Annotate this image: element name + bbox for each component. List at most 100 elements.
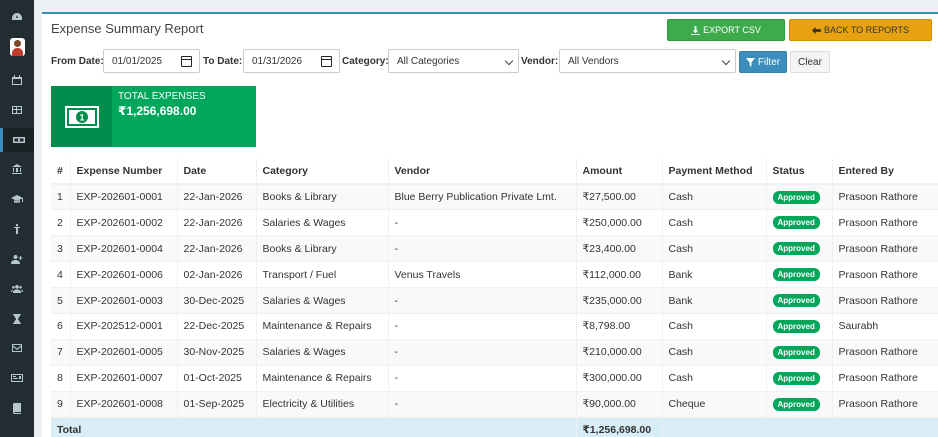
clear-button[interactable]: Clear — [790, 51, 830, 73]
total-label: Total — [51, 416, 577, 437]
money-icon: 1 — [51, 86, 112, 147]
expense-vendor-cell: Blue Berry Publication Private Lmt. — [388, 183, 577, 210]
dashboard-icon[interactable] — [0, 5, 34, 29]
payment-method-cell: Cash — [662, 235, 767, 262]
expense-amount-cell: ₹23,400.00 — [576, 235, 663, 262]
expense-date-cell: 02-Jan-2026 — [177, 261, 257, 288]
status-badge: Approved — [772, 371, 820, 385]
expense-amount: ₹90,000.00 — [582, 398, 636, 411]
expense-number: EXP-202601-0001 — [76, 191, 163, 204]
calendar-icon[interactable] — [181, 56, 192, 67]
book-icon[interactable] — [0, 396, 34, 420]
bank-icon[interactable] — [0, 157, 34, 181]
status-badge-cell: Approved — [766, 261, 833, 288]
expense-category-cell: Maintenance & Repairs — [256, 312, 389, 340]
svg-text:1: 1 — [79, 112, 84, 122]
expense-number: EXP-202601-0004 — [76, 242, 163, 255]
hourglass-icon[interactable] — [0, 307, 34, 331]
expense-date: 01-Oct-2025 — [183, 372, 242, 385]
payment-method: Cash — [668, 320, 694, 333]
table-row: 4 EXP-202601-0006 02-Jan-2026 Transport / F… — [51, 261, 938, 288]
from-date-input[interactable]: 01/01/2025 — [103, 49, 200, 73]
expense-date-cell: 22-Jan-2026 — [177, 183, 257, 210]
expense-vendor: - — [394, 320, 399, 333]
expense-vendor-cell: - — [388, 390, 577, 418]
column-header: Amount — [576, 158, 663, 185]
expense-amount: ₹23,400.00 — [582, 242, 636, 255]
expense-date-cell: 01-Sep-2025 — [177, 390, 257, 418]
expense-category: Electricity & Utilities — [262, 398, 355, 411]
expense-category-cell: Salaries & Wages — [256, 287, 389, 314]
expense-date: 22-Jan-2026 — [183, 191, 243, 204]
table-row: 6 EXP-202512-0001 22-Dec-2025 Maintenance &… — [51, 312, 938, 340]
expense-vendor: - — [394, 372, 399, 385]
payment-method: Bank — [668, 268, 693, 281]
expense-amount-cell: ₹235,000.00 — [576, 287, 663, 314]
user-plus-icon[interactable] — [0, 247, 34, 271]
expense-number-cell: EXP-202601-0001 — [70, 183, 178, 210]
row-number: 6 — [57, 320, 63, 333]
row-number: 8 — [57, 372, 63, 385]
expense-category-cell: Books & Library — [256, 183, 389, 210]
payment-method: Cheque — [668, 398, 706, 411]
expense-category-cell: Maintenance & Repairs — [256, 364, 389, 392]
expense-date-cell: 22-Dec-2025 — [177, 312, 257, 340]
category-select[interactable]: All Categories — [388, 49, 519, 73]
expense-category: Maintenance & Repairs — [262, 320, 372, 333]
category-value: All Categories — [397, 55, 460, 67]
entered-by-cell: Prasoon Rathore — [832, 209, 938, 236]
back-to-reports-button[interactable]: BACK TO REPORTS — [789, 19, 932, 41]
payment-method: Cash — [668, 346, 694, 359]
export-csv-label: EXPORT CSV — [703, 25, 761, 35]
child-icon[interactable] — [0, 217, 34, 241]
calendar-icon[interactable] — [321, 56, 332, 67]
entered-by: Prasoon Rathore — [838, 294, 918, 307]
users-icon[interactable] — [0, 277, 34, 301]
expense-vendor-cell: - — [388, 235, 577, 262]
expense-vendor: - — [394, 398, 399, 411]
expense-vendor: Venus Travels — [394, 268, 461, 281]
id-card-icon[interactable] — [0, 366, 34, 390]
entered-by: Prasoon Rathore — [838, 191, 918, 204]
to-date-input[interactable]: 01/31/2026 — [243, 49, 340, 73]
table-row: 7 EXP-202601-0005 30-Nov-2025 Salaries & Wa… — [51, 338, 938, 366]
total-expenses-value: ₹1,256,698.00 — [118, 104, 197, 118]
table-icon[interactable] — [0, 98, 34, 122]
page-title: Expense Summary Report — [51, 21, 204, 36]
entered-by-cell: Prasoon Rathore — [832, 338, 938, 366]
arrow-left-icon — [811, 26, 821, 34]
vendor-select[interactable]: All Vendors — [559, 49, 736, 73]
expense-number: EXP-202601-0007 — [76, 372, 163, 385]
expense-amount-cell: ₹250,000.00 — [576, 209, 663, 236]
envelope-icon[interactable] — [0, 336, 34, 360]
user-avatar[interactable] — [10, 38, 25, 56]
export-csv-button[interactable]: EXPORT CSV — [667, 19, 785, 41]
calendar-icon[interactable] — [0, 68, 34, 92]
expense-vendor: - — [394, 294, 399, 307]
expense-vendor-cell: - — [388, 364, 577, 392]
payment-method-cell: Bank — [662, 261, 767, 288]
total-filler — [662, 416, 938, 437]
entered-by-cell: Prasoon Rathore — [832, 390, 938, 418]
row-number-cell: 2 — [51, 209, 71, 236]
money-icon[interactable] — [0, 128, 34, 152]
total-expenses-label: TOTAL EXPENSES — [118, 91, 206, 102]
row-number-cell: 7 — [51, 338, 71, 366]
expense-number: EXP-202601-0003 — [76, 294, 163, 307]
expense-vendor-cell: - — [388, 312, 577, 340]
expense-number-cell: EXP-202601-0005 — [70, 338, 178, 366]
expense-category: Salaries & Wages — [262, 346, 346, 359]
expense-vendor-cell: - — [388, 338, 577, 366]
status-badge: Approved — [772, 294, 820, 307]
graduation-cap-icon[interactable] — [0, 187, 34, 211]
expense-number-cell: EXP-202601-0004 — [70, 235, 178, 262]
total-expenses-card: 1 TOTAL EXPENSES ₹1,256,698.00 — [51, 86, 256, 147]
entered-by: Saurabh — [838, 320, 879, 333]
status-badge-cell: Approved — [766, 338, 833, 366]
expense-amount-cell: ₹112,000.00 — [576, 261, 663, 288]
expense-date: 22-Jan-2026 — [183, 216, 243, 229]
status-badge-cell: Approved — [766, 183, 833, 210]
status-badge: Approved — [772, 345, 820, 359]
table-row: 3 EXP-202601-0004 22-Jan-2026 Books & Libra… — [51, 235, 938, 262]
filter-button[interactable]: Filter — [739, 51, 787, 73]
